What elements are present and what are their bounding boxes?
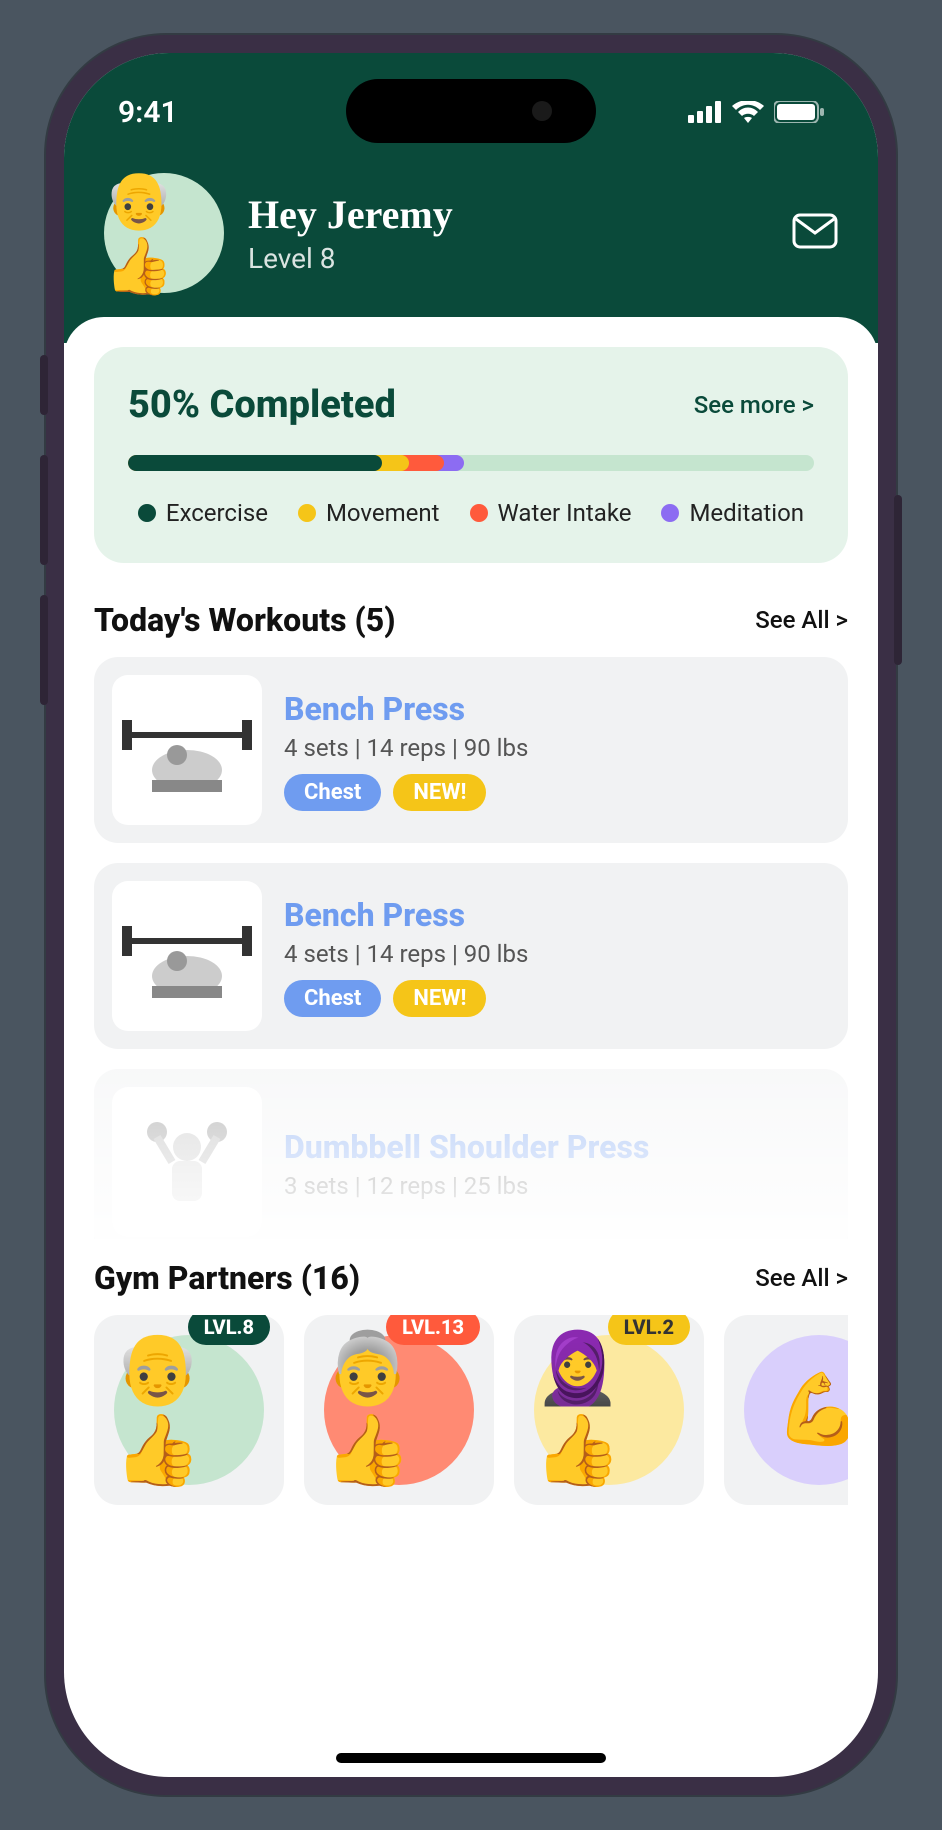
legend-label: Water Intake bbox=[498, 499, 632, 527]
workout-thumbnail bbox=[112, 1087, 262, 1237]
workout-thumbnail bbox=[112, 675, 262, 825]
workouts-section: Today's Workouts (5) See All > Bench Pre… bbox=[94, 601, 848, 1239]
app-header: 👴👍 Hey Jeremy Level 8 bbox=[64, 153, 878, 343]
status-time: 9:41 bbox=[118, 95, 178, 130]
user-level: Level 8 bbox=[248, 242, 768, 275]
partners-section: Gym Partners (16) See All > LVL.8 👴👍 LVL… bbox=[94, 1259, 848, 1505]
partner-card[interactable]: LVL.8 👴👍 bbox=[94, 1315, 284, 1505]
avatar-emoji: 👴👍 bbox=[104, 167, 224, 299]
bench-press-icon bbox=[122, 700, 252, 800]
user-avatar[interactable]: 👴👍 bbox=[104, 173, 224, 293]
progress-bar bbox=[128, 455, 814, 471]
mail-icon bbox=[792, 213, 838, 249]
legend-label: Meditation bbox=[689, 499, 804, 527]
cellular-icon bbox=[688, 101, 722, 123]
partner-avatar: 💪 bbox=[744, 1335, 848, 1485]
progress-card: 50% Completed See more > Excercise Movem… bbox=[94, 347, 848, 563]
status-icons bbox=[688, 101, 824, 123]
partners-title: Gym Partners (16) bbox=[94, 1259, 360, 1297]
tag-chest: Chest bbox=[284, 774, 381, 811]
workout-thumbnail bbox=[112, 881, 262, 1031]
dot-icon bbox=[138, 504, 156, 522]
avatar-emoji: 💪 bbox=[775, 1369, 848, 1451]
progress-title: 50% Completed bbox=[128, 383, 396, 427]
avatar-emoji: 👴👍 bbox=[114, 1328, 264, 1492]
avatar-emoji: 🧕👍 bbox=[534, 1328, 684, 1492]
avatar-emoji: 👵👍 bbox=[324, 1328, 474, 1492]
power-button bbox=[894, 495, 902, 665]
partner-card[interactable]: LVL.13 👵👍 bbox=[304, 1315, 494, 1505]
workout-name: Bench Press bbox=[284, 690, 830, 728]
partner-avatar: 👴👍 bbox=[114, 1335, 264, 1485]
workouts-see-all[interactable]: See All > bbox=[755, 606, 848, 634]
shoulder-press-icon bbox=[132, 1107, 242, 1217]
home-indicator[interactable] bbox=[336, 1753, 606, 1763]
legend-movement: Movement bbox=[298, 499, 440, 527]
workout-card[interactable]: Bench Press 4 sets | 14 reps | 90 lbs Ch… bbox=[94, 863, 848, 1049]
legend-water: Water Intake bbox=[470, 499, 632, 527]
bench-press-icon bbox=[122, 906, 252, 1006]
wifi-icon bbox=[732, 101, 764, 123]
workout-detail: 4 sets | 14 reps | 90 lbs bbox=[284, 940, 830, 968]
side-button bbox=[40, 355, 48, 415]
legend-label: Movement bbox=[326, 499, 440, 527]
greeting-text: Hey Jeremy bbox=[248, 191, 768, 238]
workout-card[interactable]: Dumbbell Shoulder Press 3 sets | 12 reps… bbox=[94, 1069, 848, 1239]
progress-legend: Excercise Movement Water Intake Meditati… bbox=[128, 499, 814, 527]
header-text: Hey Jeremy Level 8 bbox=[248, 191, 768, 275]
progress-segment-exercise bbox=[128, 455, 382, 471]
dynamic-island bbox=[346, 79, 596, 143]
workout-name: Dumbbell Shoulder Press bbox=[284, 1128, 830, 1166]
dot-icon bbox=[470, 504, 488, 522]
volume-down-button bbox=[40, 595, 48, 705]
volume-up-button bbox=[40, 455, 48, 565]
legend-meditation: Meditation bbox=[661, 499, 804, 527]
legend-exercise: Excercise bbox=[138, 499, 268, 527]
dot-icon bbox=[661, 504, 679, 522]
legend-label: Excercise bbox=[166, 499, 268, 527]
battery-icon bbox=[774, 101, 824, 123]
partners-row[interactable]: LVL.8 👴👍 LVL.13 👵👍 LVL.2 🧕👍 💪 bbox=[94, 1315, 848, 1505]
partner-card[interactable]: LVL.2 🧕👍 bbox=[514, 1315, 704, 1505]
level-badge: LVL.8 bbox=[188, 1315, 270, 1345]
level-badge: LVL.13 bbox=[386, 1315, 480, 1345]
see-more-link[interactable]: See more > bbox=[694, 391, 814, 419]
screen: 9:41 👴👍 Hey Jeremy Level 8 bbox=[64, 53, 878, 1777]
workouts-title: Today's Workouts (5) bbox=[94, 601, 395, 639]
partner-avatar: 🧕👍 bbox=[534, 1335, 684, 1485]
workout-detail: 4 sets | 14 reps | 90 lbs bbox=[284, 734, 830, 762]
partner-card[interactable]: 💪 bbox=[724, 1315, 848, 1505]
level-badge: LVL.2 bbox=[608, 1315, 690, 1345]
workout-detail: 3 sets | 12 reps | 25 lbs bbox=[284, 1172, 830, 1200]
tag-chest: Chest bbox=[284, 980, 381, 1017]
workout-name: Bench Press bbox=[284, 896, 830, 934]
partners-see-all[interactable]: See All > bbox=[755, 1264, 848, 1292]
workout-card[interactable]: Bench Press 4 sets | 14 reps | 90 lbs Ch… bbox=[94, 657, 848, 843]
content-area: 50% Completed See more > Excercise Movem… bbox=[64, 317, 878, 1505]
phone-frame: 9:41 👴👍 Hey Jeremy Level 8 bbox=[46, 35, 896, 1795]
partner-avatar: 👵👍 bbox=[324, 1335, 474, 1485]
mail-button[interactable] bbox=[792, 213, 838, 253]
tag-new: NEW! bbox=[393, 774, 486, 811]
dot-icon bbox=[298, 504, 316, 522]
tag-new: NEW! bbox=[393, 980, 486, 1017]
